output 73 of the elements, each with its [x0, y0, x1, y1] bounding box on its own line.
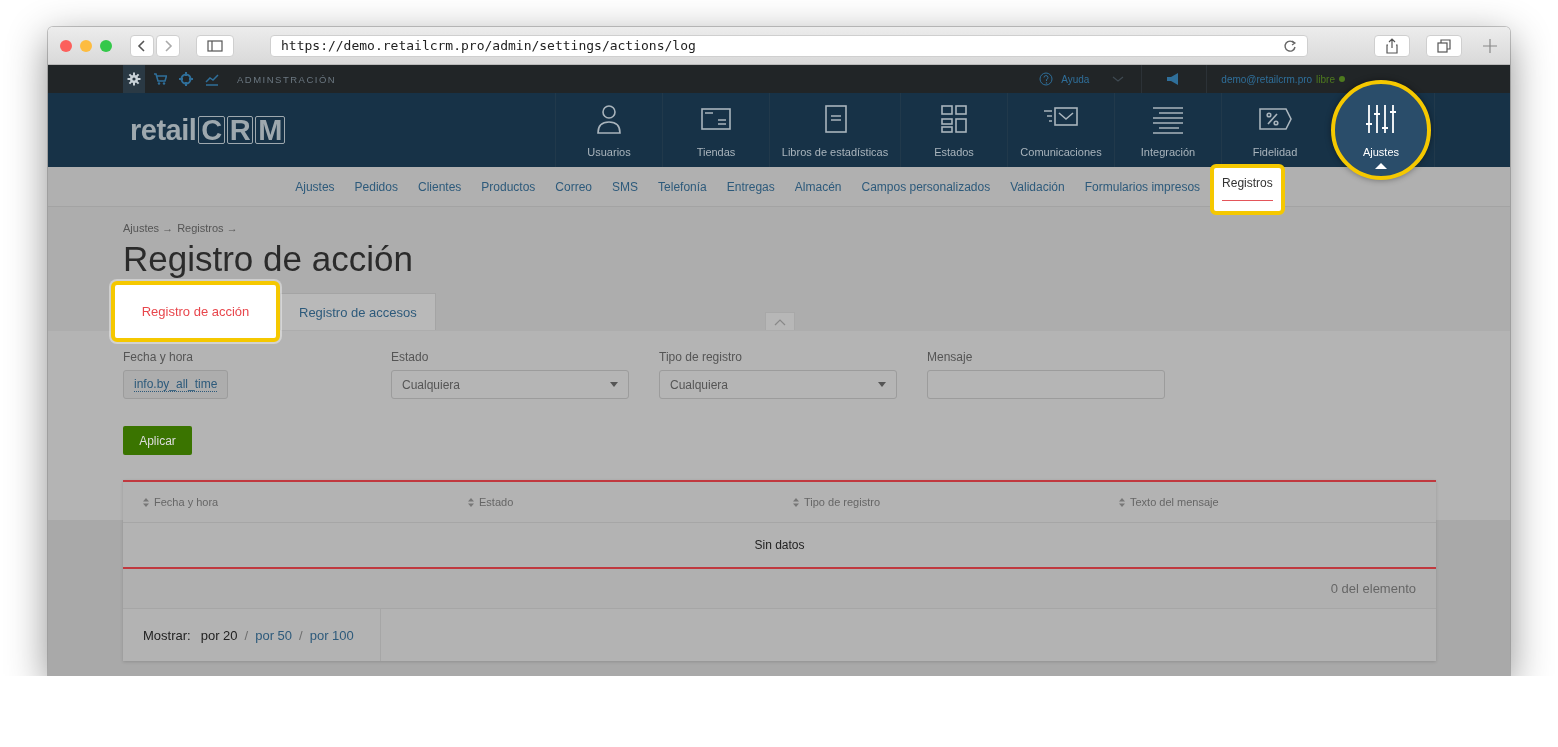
column-header[interactable]: Estado: [479, 496, 514, 508]
select-field[interactable]: Cualquiera: [659, 370, 897, 399]
column-header[interactable]: Texto del mensaje: [1130, 496, 1219, 508]
settings-tab[interactable]: SMS: [602, 179, 649, 194]
sort-icon[interactable]: [1119, 497, 1125, 507]
sidebar-button[interactable]: [196, 34, 234, 57]
chart-icon: [205, 72, 219, 86]
field-label: Mensaje: [927, 350, 974, 364]
sidebar-icon: [207, 39, 223, 52]
cart-icon: [153, 72, 167, 86]
column-header[interactable]: Fecha y hora: [154, 496, 219, 508]
settings-tab[interactable]: Campos personalizados: [851, 179, 1001, 194]
tabs-button[interactable]: [1426, 34, 1462, 57]
settings-tab[interactable]: Productos: [471, 179, 546, 194]
address-bar[interactable]: https://demo.retailcrm.pro/admin/settings/actions/log: [270, 34, 1308, 57]
reload-icon[interactable]: [1283, 38, 1297, 53]
app-switcher-item[interactable]: [123, 65, 145, 93]
settings-tab[interactable]: Entregas: [716, 179, 785, 194]
forward-button[interactable]: [156, 34, 180, 57]
dropdown-caret-icon: [610, 382, 618, 387]
close-window-icon[interactable]: [60, 39, 72, 52]
field-label: Fecha y hora: [123, 350, 195, 364]
sort-icon[interactable]: [468, 497, 474, 507]
select-field[interactable]: Cualquiera: [391, 370, 629, 399]
settings-tab[interactable]: Almacén: [784, 179, 852, 194]
share-icon: [1386, 37, 1398, 54]
status-dot: [1339, 76, 1345, 82]
settings-tab[interactable]: Ajustes: [285, 179, 345, 194]
page-size-link[interactable]: por 100: [309, 627, 354, 643]
settings-tab[interactable]: Formularios impresos: [1074, 179, 1211, 194]
sort-icon[interactable]: [143, 497, 149, 507]
zoom-window-icon[interactable]: [100, 39, 112, 52]
date-range-field[interactable]: info.by_all_time: [123, 370, 228, 399]
minimize-window-icon[interactable]: [80, 39, 92, 52]
tabs-icon: [1437, 38, 1451, 53]
gear-icon: [127, 72, 141, 86]
field-label: Estado: [391, 350, 430, 364]
section-label: ADMINSTRACIÓN: [237, 73, 337, 85]
item-count: 0 del elemento: [1330, 581, 1416, 596]
input-field[interactable]: [927, 370, 1165, 399]
breadcrumb-link[interactable]: Ajustes →: [123, 222, 174, 234]
settings-tab[interactable]: Validación: [1000, 179, 1075, 194]
back-button[interactable]: [130, 34, 154, 57]
user-email[interactable]: demo@retailcrm.pro: [1221, 73, 1313, 85]
page-size-link[interactable]: por 20: [200, 627, 238, 643]
breadcrumb-link[interactable]: Registros →: [177, 222, 238, 234]
chevron-up-icon: [774, 317, 786, 326]
settings-tab[interactable]: Clientes: [407, 179, 472, 194]
settings-tab[interactable]: Correo: [545, 179, 603, 194]
help-link[interactable]: Ayuda: [1061, 73, 1090, 85]
page-title: Registro de acción: [123, 238, 414, 280]
page-size-label: Mostrar:: [143, 627, 191, 643]
separator: /: [299, 627, 303, 643]
settings-tab[interactable]: Telefonía: [648, 179, 717, 194]
separator: /: [244, 627, 249, 643]
chevron-down-icon[interactable]: [1111, 74, 1126, 84]
tab[interactable]: Registro de acción: [111, 281, 280, 342]
page-size-link[interactable]: por 50: [255, 627, 293, 643]
sliders-icon: [1364, 102, 1398, 136]
crosshair-icon: [179, 72, 193, 86]
dropdown-caret-icon: [878, 382, 886, 387]
caret-icon: [1375, 163, 1387, 169]
share-button[interactable]: [1374, 34, 1410, 57]
tab[interactable]: Registro de accesos: [280, 293, 436, 330]
collapse-button[interactable]: [765, 312, 795, 330]
settings-tab[interactable]: Registros: [1210, 164, 1285, 215]
help-icon: [1039, 72, 1054, 86]
settings-tab[interactable]: Pedidos: [344, 179, 408, 194]
empty-message: Sin datos: [754, 538, 805, 552]
field-label: Tipo de registro: [659, 350, 743, 364]
column-header[interactable]: Tipo de registro: [804, 496, 881, 508]
apply-button[interactable]: Aplicar: [123, 426, 192, 455]
sort-icon[interactable]: [793, 497, 799, 507]
